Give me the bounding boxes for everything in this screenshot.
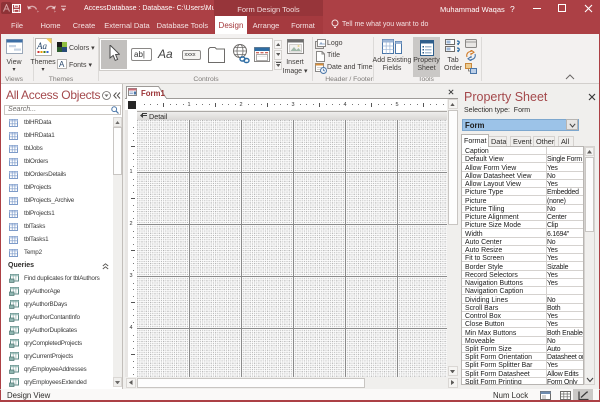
svg-text:Aa: Aa <box>36 41 47 51</box>
svg-text:A: A <box>59 60 65 69</box>
